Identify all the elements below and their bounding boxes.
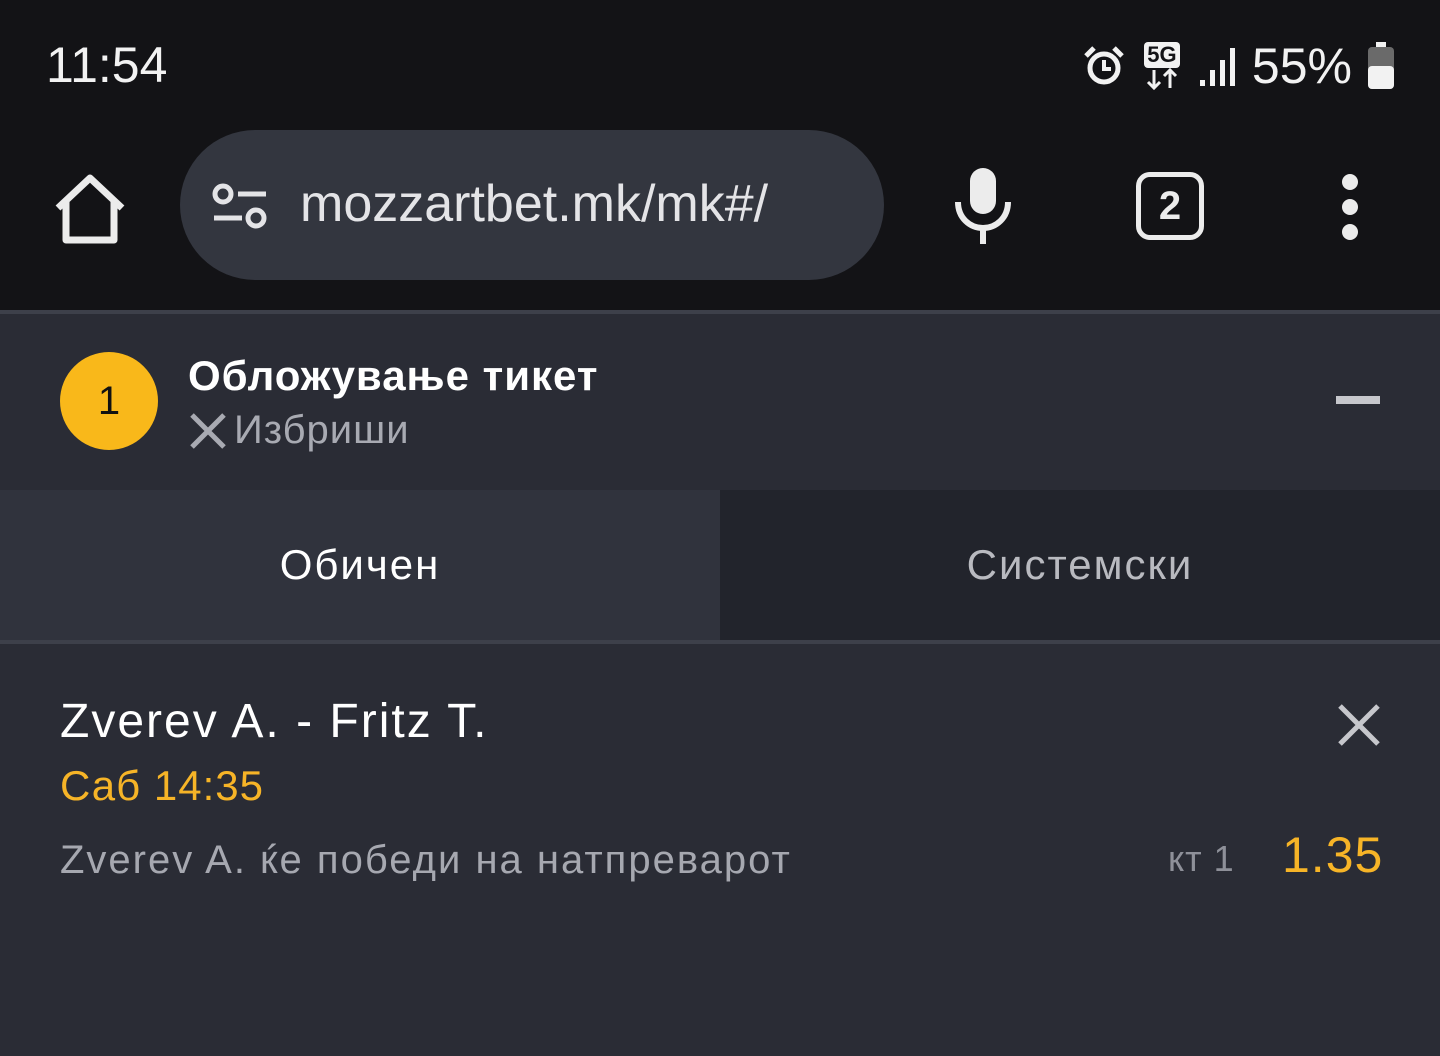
- network-label: 5G: [1144, 42, 1180, 68]
- url-text[interactable]: mozzartbet.mk/mk#/: [300, 174, 856, 234]
- selection-count-badge: 1: [60, 352, 158, 450]
- battery-percent: 55%: [1251, 38, 1352, 94]
- alarm-icon: [1084, 46, 1124, 85]
- odds-label: кт 1: [1168, 838, 1235, 879]
- delete-ticket-button[interactable]: Избриши: [186, 408, 410, 453]
- battery-icon: [1368, 42, 1394, 89]
- ticket-title: Обложување тикет: [188, 352, 599, 399]
- ticket-type-tabs: Обичен Системски: [0, 490, 1440, 640]
- match-time: Саб 14:35: [60, 762, 264, 809]
- status-bar: 11:54 5G 55%: [0, 0, 1440, 130]
- browser-toolbar: mozzartbet.mk/mk#/ 2: [0, 130, 1440, 310]
- delete-label: Избриши: [234, 408, 410, 452]
- ticket-header: 1 Обложување тикет Избриши: [0, 314, 1440, 490]
- status-icons: 5G 55%: [1082, 36, 1396, 96]
- odds-value: 1.35: [1282, 827, 1384, 883]
- mic-icon[interactable]: [950, 166, 1016, 246]
- match-name: Zverev A. - Fritz T.: [60, 695, 489, 748]
- status-time: 11:54: [46, 37, 168, 93]
- address-bar[interactable]: mozzartbet.mk/mk#/: [180, 130, 884, 280]
- home-icon[interactable]: [52, 170, 128, 246]
- close-icon: [190, 412, 226, 449]
- remove-selection-icon[interactable]: [1336, 702, 1382, 748]
- site-settings-icon[interactable]: [210, 182, 270, 230]
- signal-icon: [1199, 48, 1235, 86]
- tab-switcher-icon[interactable]: 2: [1136, 172, 1204, 240]
- tab-regular[interactable]: Обичен: [0, 490, 720, 640]
- tab-system[interactable]: Системски: [720, 490, 1440, 640]
- collapse-icon[interactable]: [1336, 396, 1380, 404]
- ticket-selection: Zverev A. - Fritz T. Саб 14:35 Zverev A.…: [0, 644, 1440, 1056]
- 5g-data-icon: 5G: [1140, 42, 1184, 90]
- overflow-menu-icon[interactable]: [1330, 172, 1370, 242]
- pick-description: Zverev A. ќе победи на натпреварот: [60, 838, 792, 882]
- tab-count: 2: [1158, 183, 1182, 228]
